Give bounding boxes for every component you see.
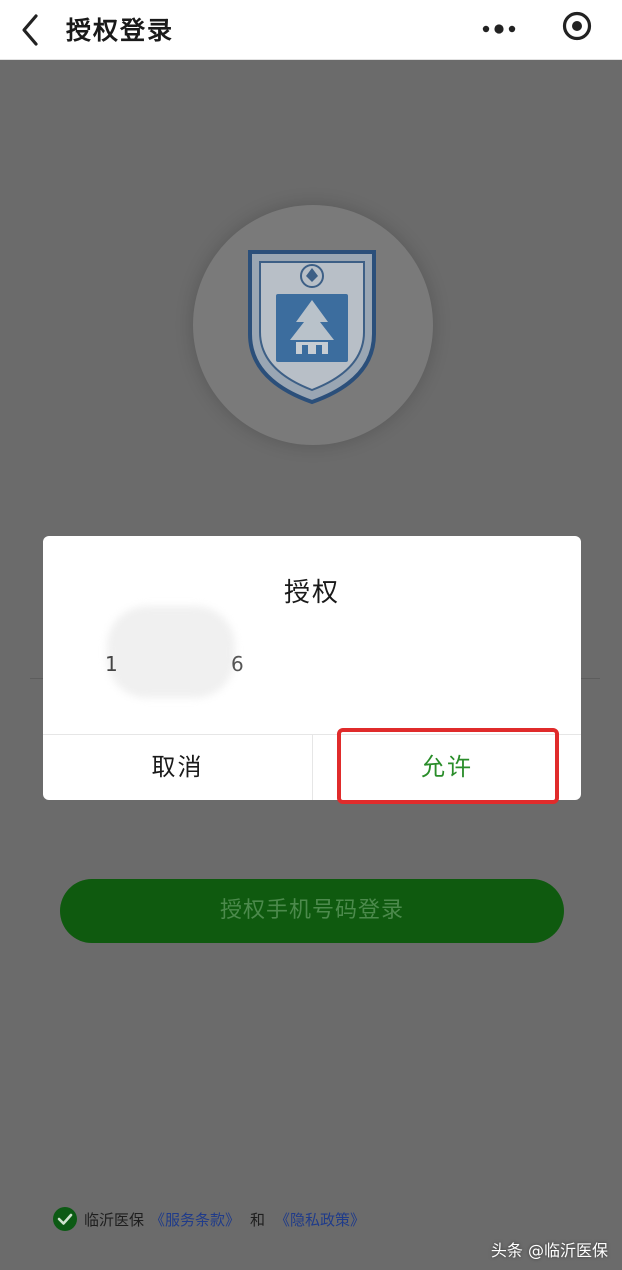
authorization-dialog: 授权 1 6 取消 允许 <box>43 536 581 800</box>
watermark: 头条 @临沂医保 <box>490 1241 608 1260</box>
back-button[interactable] <box>14 10 48 50</box>
insurance-emblem-logo <box>248 250 376 405</box>
agreement-and-text: 和 <box>250 1210 266 1229</box>
page-title: 授权登录 <box>66 16 175 45</box>
privacy-policy-link[interactable]: 《隐私政策》 <box>275 1209 365 1230</box>
dialog-title: 授权 <box>283 578 340 608</box>
target-close-icon <box>562 11 592 41</box>
phone-number-redaction <box>107 606 235 698</box>
close-miniprogram-button[interactable] <box>560 9 594 43</box>
phone-number-start: 1 <box>105 652 118 676</box>
check-circle-icon[interactable] <box>52 1206 78 1232</box>
more-menu-button[interactable] <box>478 14 520 44</box>
terms-of-service-link[interactable]: 《服务条款》 <box>150 1209 240 1230</box>
allow-button[interactable]: 允许 <box>313 735 581 800</box>
agreement-row: 临沂医保 《服务条款》 和 《隐私政策》 <box>52 1204 371 1234</box>
more-dots-icon <box>482 24 516 34</box>
agreement-org: 临沂医保 <box>84 1210 145 1229</box>
top-navigation-bar: 授权登录 <box>0 0 622 60</box>
authorize-phone-login-button[interactable]: 授权手机号码登录 <box>60 879 564 943</box>
cancel-button[interactable]: 取消 <box>43 735 312 800</box>
chevron-left-icon <box>22 14 38 46</box>
phone-number-end: 6 <box>231 652 244 676</box>
